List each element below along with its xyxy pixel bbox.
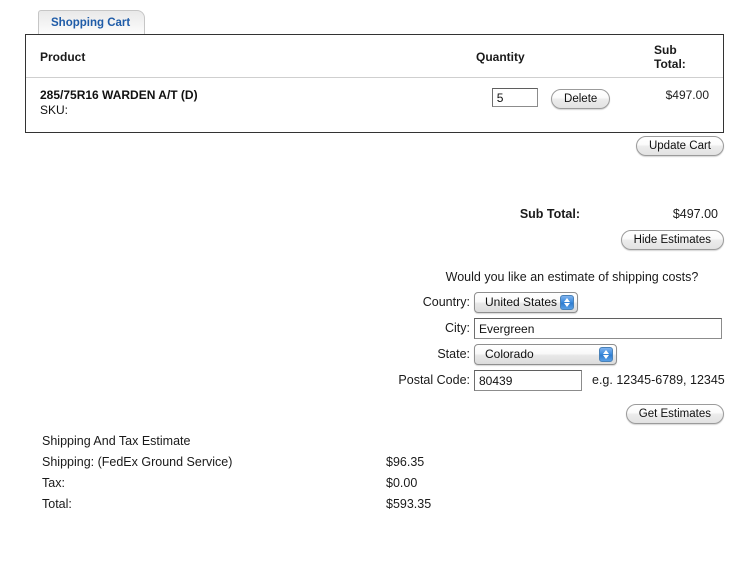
city-input[interactable]: [474, 318, 722, 339]
quantity-input[interactable]: [491, 88, 538, 107]
subtotal-label: Sub Total:: [519, 207, 580, 221]
country-label: Country:: [422, 295, 470, 309]
state-label: State:: [437, 347, 470, 361]
update-cart-row: Update Cart: [25, 136, 724, 156]
form-row-state: State: Colorado: [360, 344, 724, 370]
form-row-city: City:: [360, 318, 724, 344]
column-header-quantity: Quantity: [462, 35, 640, 78]
cell-quantity: Delete: [462, 78, 640, 133]
hide-estimates-button[interactable]: Hide Estimates: [620, 230, 724, 250]
country-select[interactable]: United States: [474, 292, 578, 313]
subtotal-summary-row: Sub Total: $497.00: [380, 207, 724, 221]
state-select[interactable]: Colorado: [474, 344, 617, 365]
product-sku: SKU:: [40, 103, 69, 117]
table-row: 285/75R16 WARDEN A/T (D) SKU: Delete $49…: [26, 78, 723, 133]
update-cart-button[interactable]: Update Cart: [635, 136, 724, 156]
shipping-label: Shipping: (FedEx Ground Service): [42, 455, 233, 469]
cell-subtotal: $497.00: [665, 88, 709, 102]
delete-button[interactable]: Delete: [551, 88, 611, 109]
chevron-updown-icon: [560, 295, 574, 310]
cart-table-body: 285/75R16 WARDEN A/T (D) SKU: Delete $49…: [26, 78, 723, 133]
shipping-value: $96.35: [386, 455, 425, 469]
postal-code-input[interactable]: [474, 370, 582, 391]
postal-code-label: Postal Code:: [398, 373, 470, 387]
result-row-shipping: Shipping: (FedEx Ground Service) $96.35: [42, 452, 502, 473]
result-row-total: Total: $593.35: [42, 494, 502, 515]
total-label: Total:: [42, 497, 72, 511]
get-estimates-row: Get Estimates: [360, 404, 724, 424]
chevron-updown-icon: [599, 347, 613, 362]
subtotal-value: $497.00: [672, 207, 718, 221]
form-row-postal-code: Postal Code: e.g. 12345-6789, 12345: [360, 370, 725, 396]
column-header-subtotal: Sub Total:: [640, 35, 723, 78]
tab-strip: Shopping Cart: [25, 10, 725, 36]
postal-code-hint: e.g. 12345-6789, 12345: [592, 373, 725, 387]
table-header-row: Product Quantity Sub Total:: [26, 35, 723, 78]
hide-estimates-row: Hide Estimates: [380, 230, 724, 250]
get-estimates-button[interactable]: Get Estimates: [625, 404, 724, 424]
tab-shopping-cart[interactable]: Shopping Cart: [38, 10, 146, 35]
tax-value: $0.00: [386, 476, 418, 490]
cell-product: 285/75R16 WARDEN A/T (D) SKU:: [26, 78, 462, 133]
result-row-tax: Tax: $0.00: [42, 473, 502, 494]
estimate-question: Would you like an estimate of shipping c…: [445, 270, 699, 284]
city-label: City:: [445, 321, 470, 335]
form-row-country: Country: United States: [360, 292, 724, 318]
cart-table-container: Product Quantity Sub Total: 285/75R16 WA…: [25, 34, 724, 133]
shipping-tax-estimate-results: Shipping And Tax Estimate Shipping: (Fed…: [42, 431, 502, 515]
state-select-value: Colorado: [485, 347, 534, 361]
total-value: $593.35: [386, 497, 432, 511]
cart-table-head: Product Quantity Sub Total:: [26, 35, 723, 78]
column-header-product: Product: [26, 35, 462, 78]
tab-shopping-cart-label: Shopping Cart: [51, 17, 131, 29]
tax-label: Tax:: [42, 476, 65, 490]
estimate-results-title: Shipping And Tax Estimate: [42, 434, 191, 448]
cart-table: Product Quantity Sub Total: 285/75R16 WA…: [26, 35, 723, 132]
shipping-estimate-form: Would you like an estimate of shipping c…: [360, 270, 725, 396]
product-name: 285/75R16 WARDEN A/T (D): [40, 88, 198, 102]
